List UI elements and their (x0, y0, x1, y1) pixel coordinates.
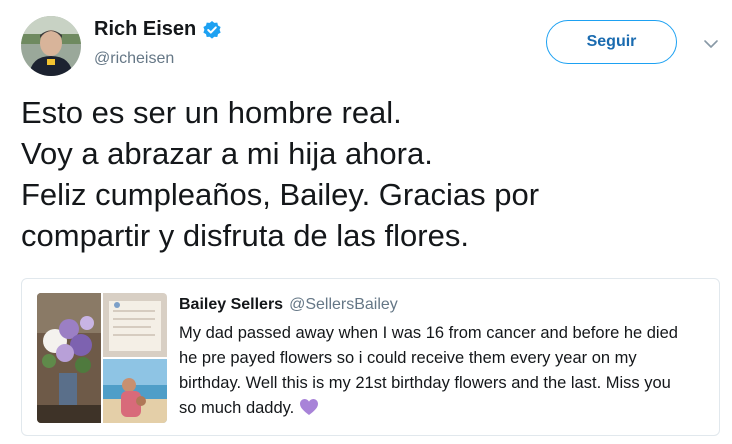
quoted-tweet-handle: @SellersBailey (289, 296, 398, 313)
quoted-tweet-header: Bailey Sellers @SellersBailey (179, 296, 398, 314)
quoted-tweet-media[interactable] (37, 293, 167, 423)
chevron-down-icon[interactable] (703, 36, 719, 52)
author-display-name[interactable]: Rich Eisen (94, 18, 196, 41)
tweet-text-line: Voy a abrazar a mi hija ahora. (21, 136, 433, 171)
quoted-tweet-text-line: so much daddy. (179, 399, 295, 417)
tweet-text-line: Feliz cumpleaños, Bailey. Gracias por (21, 177, 540, 212)
quoted-tweet[interactable]: Bailey Sellers @SellersBailey My dad pas… (21, 278, 720, 436)
quoted-tweet-text-line: birthday. Well this is my 21st birthday … (179, 374, 671, 392)
author-name-row: Rich Eisen (94, 18, 222, 41)
tweet-text-line: Esto es ser un hombre real. (21, 95, 402, 130)
quoted-tweet-display-name: Bailey Sellers (179, 296, 284, 313)
quoted-tweet-text-line: My dad passed away when I was 16 from ca… (179, 324, 678, 342)
author-avatar[interactable] (21, 16, 81, 76)
purple-heart-icon (299, 398, 319, 416)
tweet-text-line: compartir y disfruta de las flores. (21, 218, 469, 253)
author-handle[interactable]: @richeisen (94, 50, 174, 68)
quoted-tweet-text-line: he pre payed flowers so i could receive … (179, 349, 637, 367)
verified-badge-icon (202, 20, 222, 40)
tweet-text: Esto es ser un hombre real. Voy a abraza… (21, 92, 701, 256)
follow-button[interactable]: Seguir (546, 20, 677, 64)
quoted-tweet-text-line-last: so much daddy. (179, 396, 709, 421)
quoted-tweet-text: My dad passed away when I was 16 from ca… (179, 321, 709, 421)
